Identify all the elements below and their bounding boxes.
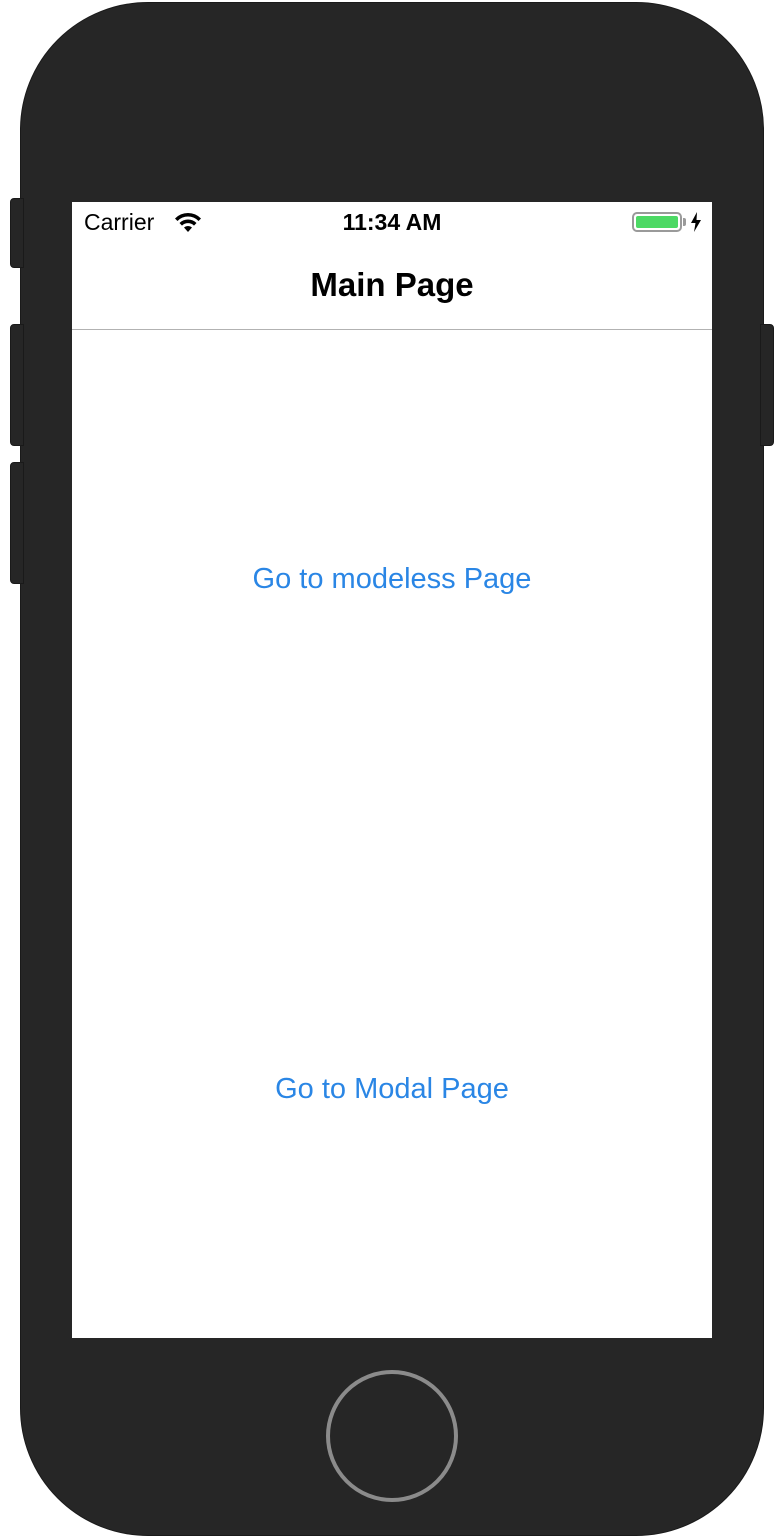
screen: Carrier 11:34 AM Main Page Go to modeles…: [72, 202, 712, 1338]
home-button[interactable]: [326, 1370, 458, 1502]
battery-fill: [636, 216, 678, 228]
battery-tip: [683, 218, 686, 226]
go-to-modal-page-button[interactable]: Go to Modal Page: [72, 1069, 712, 1109]
power-button: [760, 324, 774, 446]
battery-icon: [632, 212, 682, 232]
volume-down-button: [10, 462, 24, 584]
mute-switch: [10, 198, 24, 268]
volume-up-button: [10, 324, 24, 446]
page-title: Main Page: [310, 266, 474, 303]
charging-bolt-icon: [691, 212, 701, 232]
go-to-modeless-page-button[interactable]: Go to modeless Page: [72, 559, 712, 599]
navigation-bar: Main Page: [72, 242, 712, 330]
status-time: 11:34 AM: [342, 209, 442, 235]
status-bar: Carrier 11:34 AM: [72, 202, 712, 242]
